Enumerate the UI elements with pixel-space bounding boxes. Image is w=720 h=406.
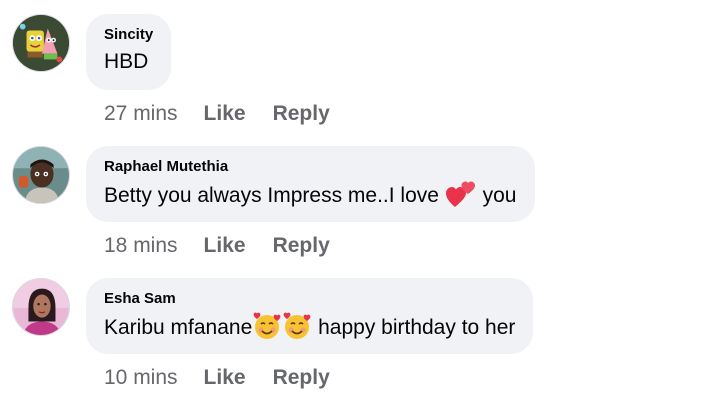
avatar[interactable] <box>12 14 70 72</box>
comment-author[interactable]: Sincity <box>104 26 153 44</box>
comment-bubble: Sincity HBD <box>86 14 172 90</box>
like-button[interactable]: Like <box>204 234 246 258</box>
smiling-face-with-hearts-icon <box>253 312 281 348</box>
cartoon-avatar-icon <box>13 15 69 71</box>
comment-item: Esha Sam Karibu mfanane happy birthday t… <box>0 264 720 396</box>
comment-timestamp[interactable]: 10 mins <box>104 366 178 390</box>
comment-text-part: Karibu mfanane <box>104 316 253 339</box>
comment-actions: 18 mins Like Reply <box>104 234 330 258</box>
smiling-face-with-hearts-icon <box>283 312 311 348</box>
comment-actions: 27 mins Like Reply <box>104 102 330 126</box>
reply-button[interactable]: Reply <box>273 102 330 126</box>
comment-item: Raphael Mutethia Betty you always Impres… <box>0 132 720 264</box>
comment-actions: 10 mins Like Reply <box>104 366 330 390</box>
like-button[interactable]: Like <box>204 102 246 126</box>
comment-text-part: HBD <box>104 50 149 73</box>
comment-text: HBD <box>104 48 153 76</box>
comment-text-part: happy birthday to her <box>312 316 516 339</box>
like-button[interactable]: Like <box>204 366 246 390</box>
comment-bubble: Esha Sam Karibu mfanane happy birthday t… <box>86 278 534 354</box>
comment-text-part: you <box>476 184 517 207</box>
comment-author[interactable]: Esha Sam <box>104 290 515 308</box>
reply-button[interactable]: Reply <box>273 234 330 258</box>
comment-timestamp[interactable]: 27 mins <box>104 102 178 126</box>
avatar[interactable] <box>12 146 70 204</box>
reply-button[interactable]: Reply <box>273 366 330 390</box>
comment-text: Betty you always Impress me..I love you <box>104 180 517 216</box>
comment-timestamp[interactable]: 18 mins <box>104 234 178 258</box>
comment-text: Karibu mfanane happy birthday to her <box>104 312 515 348</box>
person-avatar-icon <box>13 279 69 335</box>
person-avatar-icon <box>13 147 69 203</box>
two-hearts-icon <box>445 180 476 216</box>
avatar[interactable] <box>12 278 70 336</box>
comment-author[interactable]: Raphael Mutethia <box>104 158 517 176</box>
comment-bubble: Raphael Mutethia Betty you always Impres… <box>86 146 535 222</box>
comment-item: Sincity HBD 27 mins Like Reply <box>0 0 720 132</box>
comment-text-part: Betty you always Impress me..I love <box>104 184 445 207</box>
